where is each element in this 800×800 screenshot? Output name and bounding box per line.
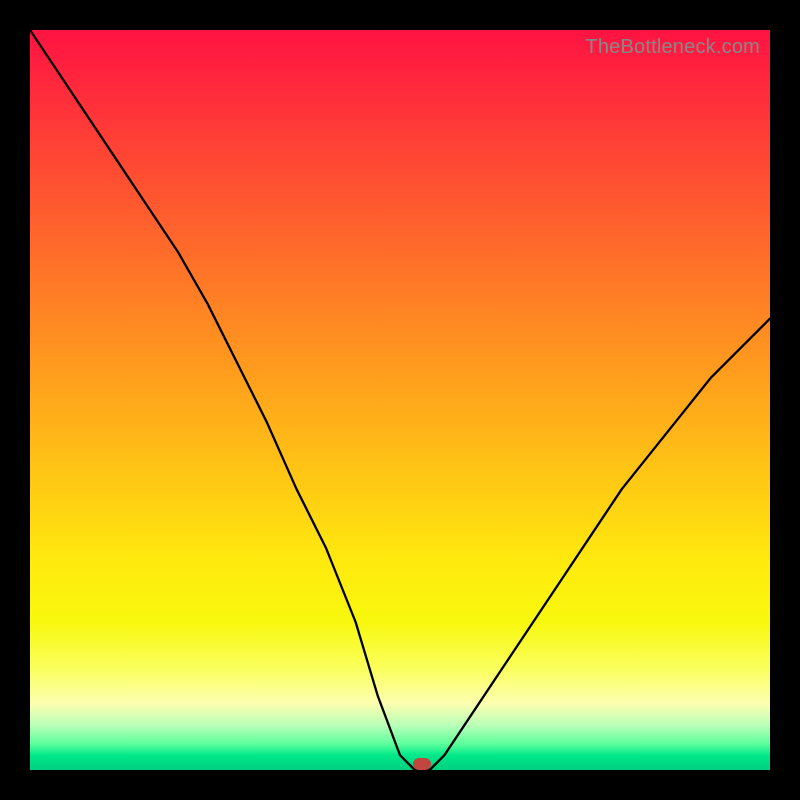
- plot-area: TheBottleneck.com: [30, 30, 770, 770]
- bottleneck-curve: [30, 30, 770, 770]
- optimal-point-marker: [413, 758, 431, 770]
- chart-frame: TheBottleneck.com: [0, 0, 800, 800]
- curve-path: [30, 30, 770, 770]
